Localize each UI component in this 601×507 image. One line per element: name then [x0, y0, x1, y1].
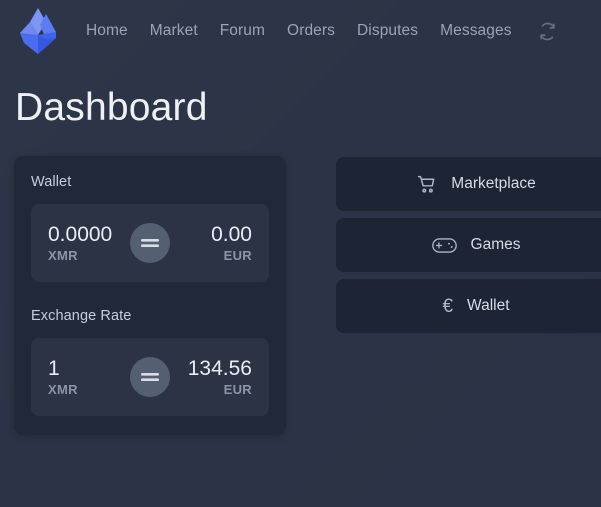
top-navbar: Home Market Forum Orders Disputes Messag… — [0, 0, 601, 62]
wallet-eur-unit: EUR — [223, 247, 252, 263]
equals-icon — [130, 223, 171, 263]
nav-link-home[interactable]: Home — [75, 18, 139, 44]
wallet-xmr-amount: 0.0000 — [48, 223, 113, 247]
shopping-cart-icon — [416, 174, 437, 195]
action-buttons: Marketplace Games € Wallet — [336, 157, 601, 333]
wallet-balance-eur: 0.00 EUR — [188, 223, 252, 263]
wallet-button[interactable]: € Wallet — [336, 279, 601, 333]
nav-link-forum[interactable]: Forum — [209, 18, 276, 44]
wallet-label: Wallet — [31, 174, 72, 190]
equals-icon — [129, 357, 170, 397]
euro-icon: € — [442, 295, 454, 317]
wallet-panel: Wallet 0.0000 XMR 0.00 EUR Exchange Rate… — [14, 156, 286, 435]
exchange-rate-label: Exchange Rate — [31, 308, 132, 324]
exchange-xmr-amount: 1 — [48, 357, 60, 381]
games-button[interactable]: Games — [336, 218, 601, 272]
nav-links: Home Market Forum Orders Disputes Messag… — [75, 18, 561, 44]
exchange-eur: 134.56 EUR — [188, 357, 252, 397]
wallet-eur-amount: 0.00 — [211, 223, 252, 247]
exchange-xmr-unit: XMR — [48, 381, 78, 397]
flame-logo[interactable] — [15, 5, 61, 57]
marketplace-button[interactable]: Marketplace — [336, 157, 601, 211]
exchange-eur-unit: EUR — [223, 381, 252, 397]
gamepad-icon — [431, 237, 457, 254]
nav-link-orders[interactable]: Orders — [276, 18, 346, 44]
wallet-xmr-unit: XMR — [48, 247, 78, 263]
games-label: Games — [470, 236, 521, 253]
wallet-balance-xmr: 0.0000 XMR — [48, 223, 112, 263]
exchange-xmr: 1 XMR — [48, 357, 112, 397]
wallet-balance-row: 0.0000 XMR 0.00 EUR — [31, 204, 269, 282]
refresh-icon[interactable] — [535, 18, 561, 44]
exchange-rate-row: 1 XMR 134.56 EUR — [31, 338, 269, 416]
exchange-eur-amount: 134.56 — [187, 357, 252, 381]
nav-link-market[interactable]: Market — [139, 18, 209, 44]
page-title: Dashboard — [15, 86, 208, 129]
nav-link-disputes[interactable]: Disputes — [346, 18, 429, 44]
nav-link-messages[interactable]: Messages — [429, 18, 522, 44]
main-content: Wallet 0.0000 XMR 0.00 EUR Exchange Rate… — [0, 156, 601, 435]
marketplace-label: Marketplace — [451, 175, 536, 192]
wallet-label: Wallet — [467, 297, 510, 314]
